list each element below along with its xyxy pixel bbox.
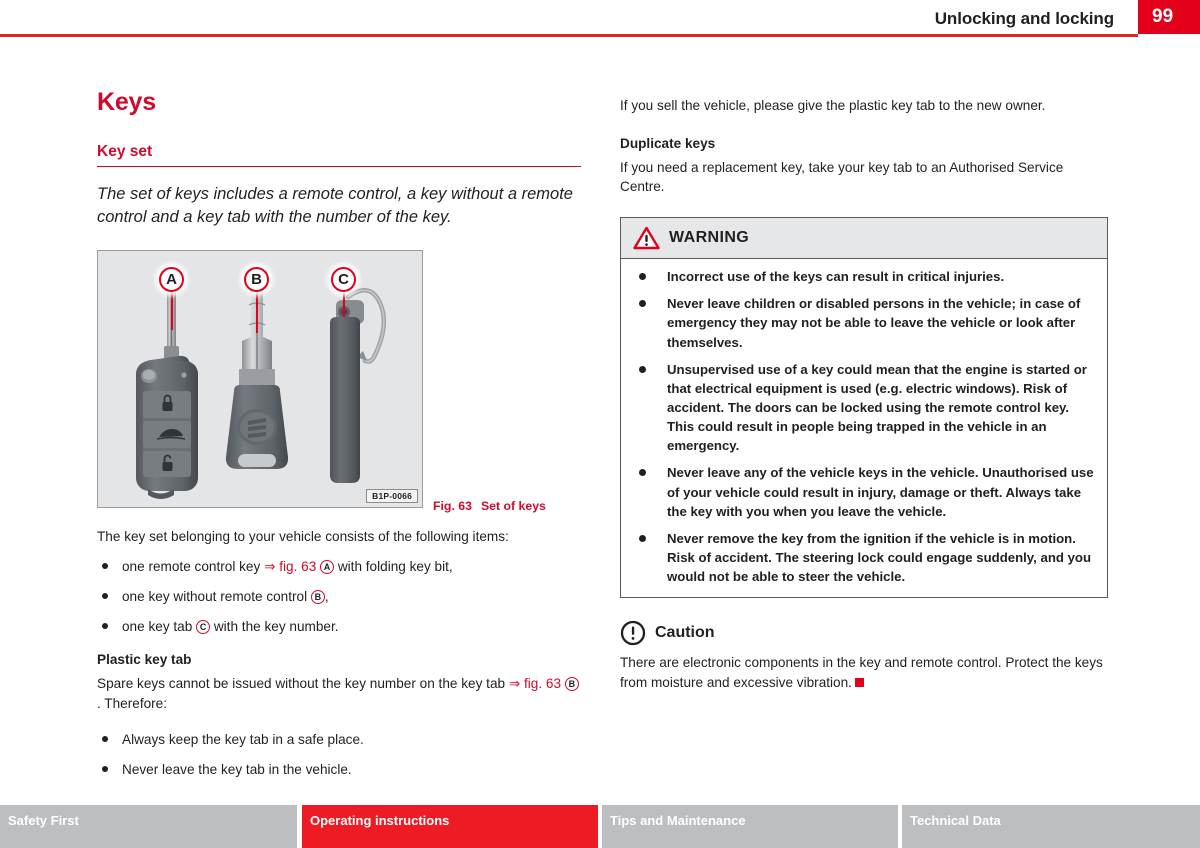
section-heading: Keys [97, 88, 156, 116]
warning-item: Never leave any of the vehicle keys in t… [631, 463, 1097, 520]
plastic-key-tab-heading: Plastic key tab [97, 652, 192, 668]
caution-circle-icon [620, 621, 646, 646]
item-text-pre: one key tab [122, 619, 197, 635]
page-number: 99 [1152, 6, 1174, 27]
left-column: Keys Key set The set of keys includes a … [97, 88, 581, 790]
caution-header: Caution [620, 620, 1108, 646]
figure-caption-text: Set of keys [480, 499, 546, 513]
footer-tab-label: Operating instructions [310, 813, 450, 828]
footer-tab-operating-instructions[interactable]: Operating instructions [302, 805, 598, 848]
list-item: one key without remote control B, [97, 587, 581, 606]
duplicate-keys-heading: Duplicate keys [620, 135, 716, 151]
inline-callout-b: B [564, 677, 579, 692]
inline-callout-b: B [310, 589, 325, 604]
paragraph-text-post: . Therefore: [97, 696, 168, 712]
caution-label: Caution [655, 624, 715, 642]
item-text-post: with folding key bit, [334, 558, 453, 574]
footer-tab-safety-first[interactable]: Safety First [0, 805, 297, 848]
inline-callout-a: A [320, 559, 335, 574]
manual-page: Unlocking and locking 99 Keys Key set Th… [0, 0, 1200, 848]
warning-item: Never leave children or disabled persons… [631, 294, 1097, 351]
list-item: Never leave the key tab in the vehicle. [97, 760, 581, 779]
warning-item-list: Incorrect use of the keys can result in … [631, 267, 1097, 586]
footer-tab-tips-and-maintenance[interactable]: Tips and Maintenance [602, 805, 898, 848]
figure-reference-link[interactable]: ⇒ fig. 63 [509, 676, 561, 691]
figure-callout-c: C [331, 266, 356, 292]
warning-header: WARNING [621, 218, 1107, 260]
paragraph-text-pre: Spare keys cannot be issued without the … [97, 676, 509, 692]
end-of-section-marker [854, 677, 864, 687]
warning-item-text: Unsupervised use of a key could mean tha… [667, 361, 1087, 454]
item-text-post: with the key number. [210, 619, 339, 635]
list-item: one remote control key ⇒ fig. 63 A with … [97, 557, 581, 576]
warning-item-text: Never remove the key from the ignition i… [667, 530, 1092, 585]
list-item: one key tab C with the key number. [97, 617, 581, 636]
key-set-item-list: one remote control key ⇒ fig. 63 A with … [97, 557, 581, 637]
item-text-post: , [324, 588, 329, 604]
page-number-badge: 99 [1138, 0, 1200, 34]
item-text-pre: one remote control key [122, 558, 265, 574]
footer-tab-label: Tips and Maintenance [610, 813, 746, 828]
figure-reference-link[interactable]: ⇒ fig. 63 [264, 559, 316, 574]
warning-triangle-icon [633, 226, 660, 250]
plastic-key-tab-paragraph: Spare keys cannot be issued without the … [97, 674, 581, 713]
page-title: Unlocking and locking [934, 9, 1114, 28]
warning-label: WARNING [669, 229, 750, 247]
warning-item: Incorrect use of the keys can result in … [631, 267, 1097, 286]
page-header: Unlocking and locking 99 [0, 0, 1200, 37]
warning-content: Incorrect use of the keys can result in … [621, 259, 1107, 598]
figure-code: B1P-0066 [366, 488, 418, 503]
caution-paragraph: There are electronic components in the k… [620, 653, 1108, 692]
warning-box: WARNING Incorrect use of the keys can re… [620, 217, 1108, 599]
warning-item: Never remove the key from the ignition i… [631, 529, 1097, 586]
warning-item-text: Never leave children or disabled persons… [667, 296, 1081, 350]
figure-caption: Fig. 63 Set of keys [433, 499, 546, 513]
figure-set-of-keys: B1P-0066 A B C [97, 249, 423, 508]
footer-tab-bar: Safety First Operating instructions Tips… [0, 805, 1200, 848]
lead-paragraph: The set of keys includes a remote contro… [97, 185, 573, 227]
list-item: Always keep the key tab in a safe place. [97, 730, 581, 749]
item-text-pre: one key without remote control [122, 588, 311, 604]
footer-tab-technical-data[interactable]: Technical Data [902, 805, 1200, 848]
footer-tab-label: Safety First [8, 813, 79, 828]
sell-vehicle-paragraph: If you sell the vehicle, please give the… [620, 98, 1046, 113]
warning-item-text: Incorrect use of the keys can result in … [667, 269, 1005, 285]
subsection-heading: Key set [97, 143, 581, 167]
footer-tab-label: Technical Data [910, 813, 1001, 828]
warning-item-text: Never leave any of the vehicle keys in t… [667, 465, 1094, 519]
header-divider [0, 34, 1138, 37]
figure-caption-label: Fig. 63 [433, 499, 472, 513]
plastic-key-tab-list: Always keep the key tab in a safe place.… [97, 730, 581, 780]
inline-callout-c: C [196, 620, 211, 635]
right-column: If you sell the vehicle, please give the… [620, 96, 1108, 693]
figure-callout-a: A [159, 266, 184, 292]
warning-item: Unsupervised use of a key could mean tha… [631, 360, 1097, 456]
figure-callout-b: B [244, 266, 269, 292]
key-set-intro: The key set belonging to your vehicle co… [97, 528, 509, 544]
duplicate-keys-paragraph: If you need a replacement key, take your… [620, 159, 1064, 195]
